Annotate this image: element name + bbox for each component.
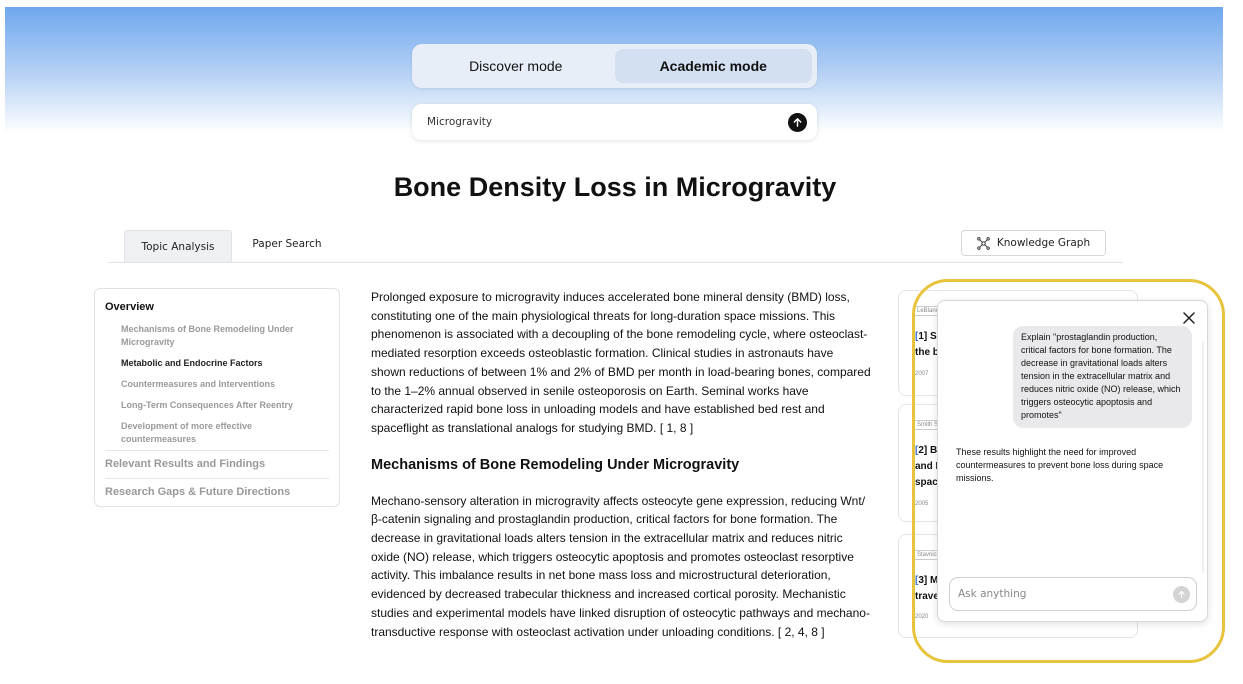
search-submit-button[interactable] — [788, 112, 807, 132]
reference-title-fragment: spac — [915, 477, 938, 488]
toc-research-gaps[interactable]: Research Gaps & Future Directions — [105, 478, 329, 504]
chat-input-box — [949, 577, 1197, 611]
section-paragraph: Mechano-sensory alteration in microgravi… — [371, 493, 870, 639]
arrow-up-icon — [793, 117, 802, 127]
user-message: Explain "prostaglandin production, criti… — [1013, 326, 1192, 428]
tab-paper-search[interactable]: Paper Search — [248, 230, 326, 258]
chat-scrollbar[interactable] — [1202, 341, 1204, 573]
toc-item-long-term[interactable]: Long-Term Consequences After Reentry — [105, 399, 329, 412]
assistant-message: These results highlight the need for imp… — [956, 447, 1164, 483]
knowledge-graph-button[interactable]: Knowledge Graph — [961, 230, 1106, 256]
close-icon — [1183, 312, 1195, 324]
reference-title-fragment: trave — [915, 591, 939, 602]
reference-number: [1] S — [915, 331, 937, 342]
table-of-contents: Overview Mechanisms of Bone Remodeling U… — [94, 288, 340, 507]
tab-bar: Topic Analysis Paper Search Knowledge Gr… — [108, 230, 1123, 263]
reference-year: 2020 — [915, 614, 929, 620]
mode-switch: Discover mode Academic mode — [412, 44, 817, 88]
close-chat-button[interactable] — [1181, 310, 1197, 326]
page-title: Bone Density Loss in Microgravity — [393, 172, 837, 202]
toc-item-countermeasures[interactable]: Countermeasures and Interventions — [105, 378, 329, 391]
chat-input[interactable] — [958, 588, 1173, 600]
tab-topic-analysis[interactable]: Topic Analysis — [124, 230, 232, 262]
intro-paragraph: Prolonged exposure to microgravity induc… — [371, 290, 871, 435]
toc-item-mechanisms[interactable]: Mechanisms of Bone Remodeling Under Micr… — [105, 323, 329, 349]
reference-number: [2] B — [915, 445, 938, 456]
chat-panel: Explain "prostaglandin production, criti… — [937, 300, 1208, 622]
chat-send-button[interactable] — [1173, 585, 1190, 603]
discover-mode-button[interactable]: Discover mode — [417, 49, 615, 83]
arrow-up-icon — [1178, 590, 1185, 598]
reference-year: 2005 — [915, 501, 929, 507]
search-bar — [412, 104, 817, 140]
article-body: Prolonged exposure to microgravity induc… — [371, 288, 871, 641]
academic-mode-button[interactable]: Academic mode — [614, 49, 812, 83]
toc-item-development[interactable]: Development of more effective countermea… — [105, 420, 329, 446]
toc-item-metabolic[interactable]: Metabolic and Endocrine Factors — [105, 357, 329, 370]
reference-year: 2007 — [915, 371, 929, 377]
reference-title-fragment: and I — [915, 461, 939, 472]
reference-number: [3] M — [915, 575, 939, 586]
search-input[interactable] — [427, 116, 788, 128]
graph-nodes-icon — [977, 236, 990, 250]
toc-overview[interactable]: Overview — [105, 301, 329, 313]
knowledge-graph-label: Knowledge Graph — [996, 237, 1091, 249]
toc-relevant-results[interactable]: Relevant Results and Findings — [105, 450, 329, 476]
section-heading: Mechanisms of Bone Remodeling Under Micr… — [371, 456, 740, 473]
reference-title-fragment: the b — [915, 347, 939, 358]
